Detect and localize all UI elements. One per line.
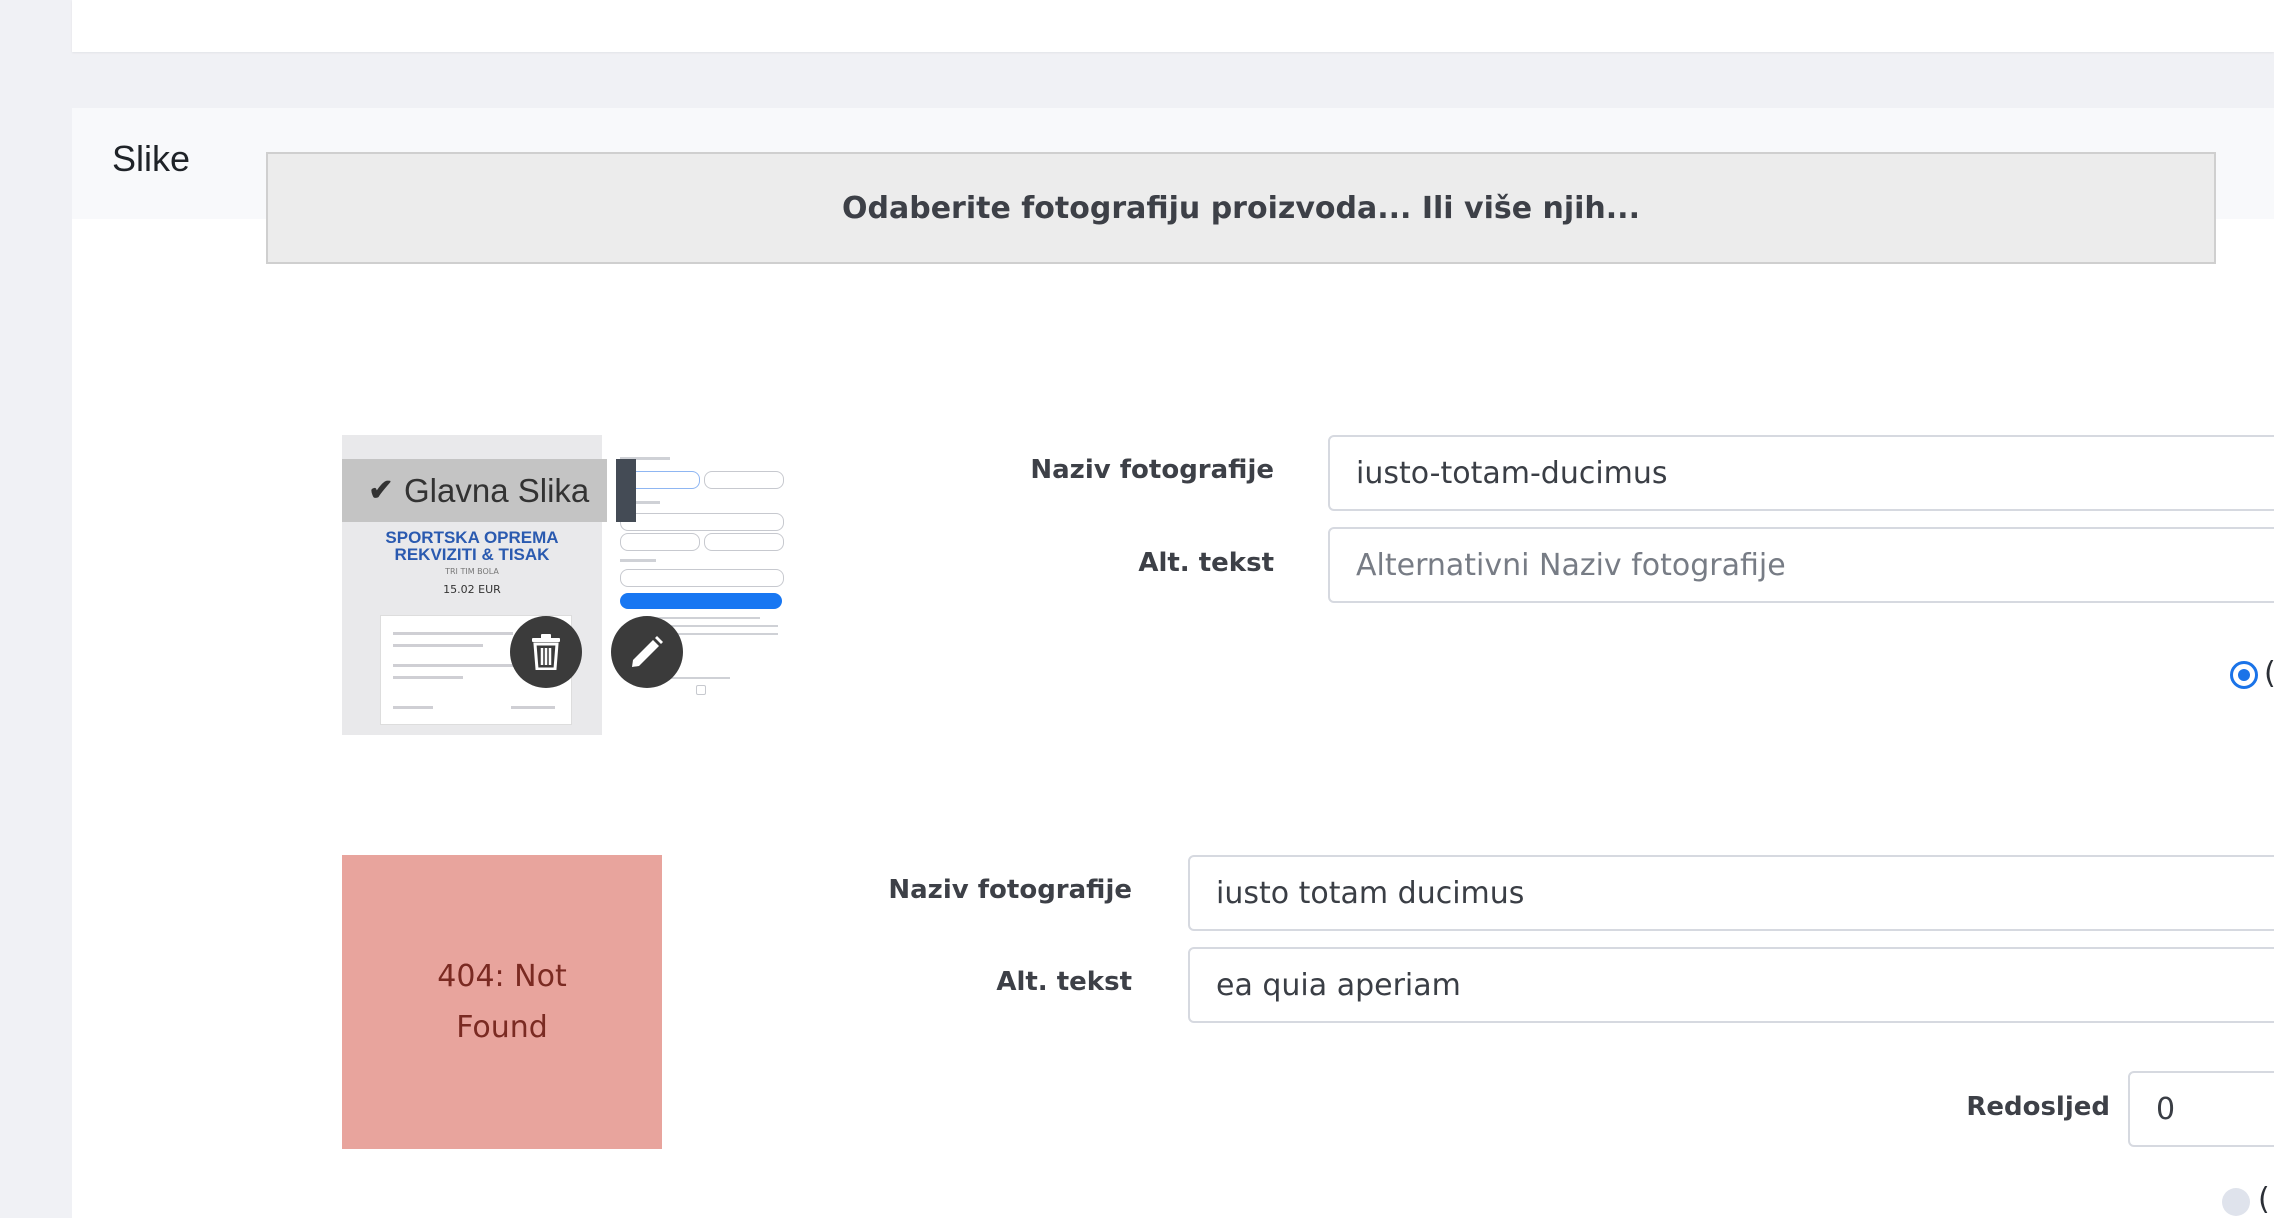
image-name-input-2[interactable] xyxy=(1188,855,2274,931)
main-image-label: Glavna Slika xyxy=(404,471,590,509)
thumbnail-heading-line2: REKVIZITI & TISAK xyxy=(394,545,550,564)
thumbnail-heading: SPORTSKA OPREMA REKVIZITI & TISAK xyxy=(382,529,562,563)
check-icon: ✔ xyxy=(368,474,394,507)
main-image-badge[interactable]: ✔ Glavna Slika xyxy=(342,459,636,522)
alt-text-input-2[interactable] xyxy=(1188,947,2274,1023)
alt-text-label-2: Alt. tekst xyxy=(996,967,1132,997)
thumbnail-price: 15.02 EUR xyxy=(443,583,501,596)
image-name-label: Naziv fotografije xyxy=(1030,455,1274,485)
order-input[interactable] xyxy=(2128,1071,2274,1147)
trash-icon xyxy=(532,634,560,670)
radio-label-fragment: ( xyxy=(2264,656,2274,691)
image-name-label-2: Naziv fotografije xyxy=(888,875,1132,905)
upload-photos-button[interactable]: Odaberite fotografiju proizvoda... Ili v… xyxy=(266,152,2216,264)
broken-image-placeholder: 404: Not Found xyxy=(342,855,662,1149)
pencil-icon xyxy=(632,636,663,667)
thumbnail-subtitle: TRI TIM BOLA xyxy=(445,567,499,576)
section-title: Slike xyxy=(112,138,191,179)
main-image-radio-2[interactable] xyxy=(2222,1188,2250,1216)
main-image-radio[interactable] xyxy=(2230,661,2258,689)
delete-image-button[interactable] xyxy=(510,616,582,688)
edit-image-button[interactable] xyxy=(611,616,683,688)
broken-image-text: 404: Not Found xyxy=(437,959,567,1045)
badge-edge xyxy=(616,459,636,522)
image-name-input[interactable] xyxy=(1328,435,2274,511)
radio-label-fragment-2: ( xyxy=(2258,1182,2270,1217)
alt-text-label: Alt. tekst xyxy=(1138,548,1274,578)
thumbnail-heading-line1: SPORTSKA OPREMA xyxy=(385,528,559,547)
previous-card xyxy=(72,0,2274,52)
order-label: Redosljed xyxy=(1966,1092,2110,1122)
alt-text-input[interactable] xyxy=(1328,527,2274,603)
